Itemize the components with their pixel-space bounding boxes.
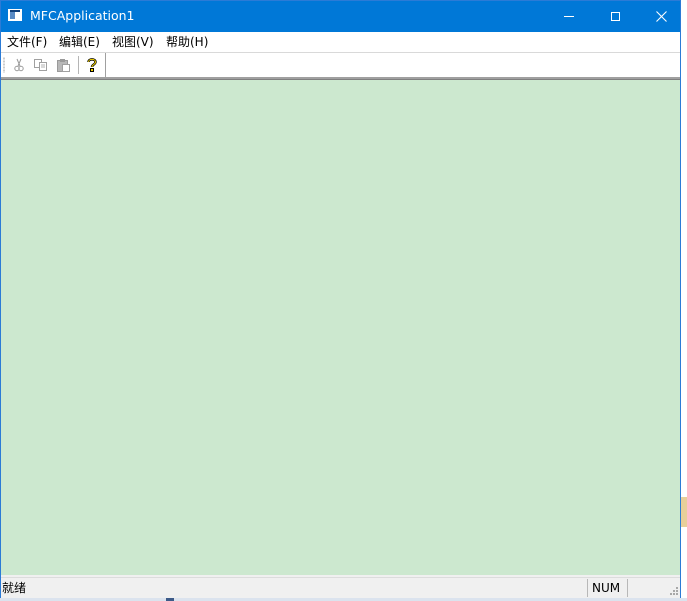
status-pane-num: NUM <box>587 579 627 597</box>
menu-view[interactable]: 视图(V) <box>111 34 155 50</box>
application-window: MFCApplication1 文件(F) 编辑(E) 视图(V) 帮助(H) <box>0 0 681 598</box>
menu-file[interactable]: 文件(F) <box>6 34 48 50</box>
toolbar-end-divider <box>105 53 106 77</box>
help-icon <box>87 58 97 72</box>
status-text: 就绪 <box>2 581 27 595</box>
about-button[interactable] <box>82 55 102 75</box>
copy-button[interactable] <box>31 55 51 75</box>
status-bar: 就绪 NUM <box>1 577 680 598</box>
minimize-button[interactable] <box>546 1 592 32</box>
document-view[interactable] <box>1 79 680 575</box>
resize-grip-icon[interactable] <box>667 584 679 596</box>
desktop-background <box>681 0 687 601</box>
paste-button[interactable] <box>54 55 74 75</box>
cut-button[interactable] <box>9 55 29 75</box>
toolbar-separator <box>78 56 79 74</box>
paste-icon <box>57 58 70 72</box>
app-icon[interactable] <box>8 9 22 21</box>
close-button[interactable] <box>638 1 684 32</box>
status-pane-scroll <box>627 579 662 597</box>
menu-bar: 文件(F) 编辑(E) 视图(V) 帮助(H) <box>1 32 680 53</box>
maximize-icon <box>610 12 620 21</box>
toolbar <box>1 53 680 79</box>
menu-help[interactable]: 帮助(H) <box>165 34 209 50</box>
num-lock-indicator: NUM <box>592 581 621 595</box>
close-icon <box>655 11 667 22</box>
menu-edit[interactable]: 编辑(E) <box>58 34 101 50</box>
title-bar[interactable]: MFCApplication1 <box>1 1 680 32</box>
maximize-button[interactable] <box>592 1 638 32</box>
window-title: MFCApplication1 <box>30 8 135 23</box>
toolbar-gripper[interactable] <box>3 57 5 73</box>
copy-icon <box>34 59 47 71</box>
cut-icon <box>14 58 24 72</box>
desktop-background-strip <box>681 497 687 527</box>
minimize-icon <box>564 16 574 17</box>
